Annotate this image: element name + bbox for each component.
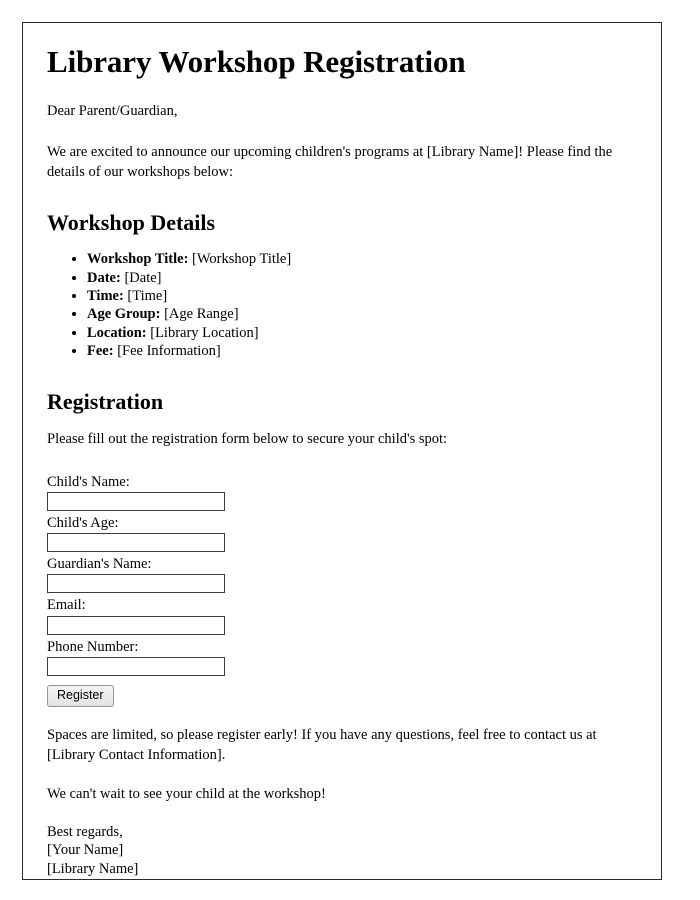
register-button[interactable]: Register bbox=[47, 684, 114, 707]
signature-line-2: [Your Name] bbox=[47, 842, 124, 859]
phone-number-label: Phone Number: bbox=[47, 638, 139, 655]
page-title: Library Workshop Registration bbox=[47, 44, 466, 79]
workshop-details-list: Workshop Title: [Workshop Title] Date: [… bbox=[47, 250, 637, 360]
salutation-text: Dear Parent/Guardian, bbox=[47, 102, 178, 119]
workshop-details-heading: Workshop Details bbox=[47, 209, 216, 235]
child-age-label: Child's Age: bbox=[47, 515, 119, 532]
list-item: Age Group: [Age Range] bbox=[87, 305, 637, 323]
document-page: Library Workshop Registration Dear Paren… bbox=[22, 22, 662, 880]
child-name-input[interactable] bbox=[47, 492, 225, 512]
registration-intro: Please fill out the registration form be… bbox=[47, 431, 448, 448]
closing-paragraph-2: We can't wait to see your child at the w… bbox=[47, 785, 326, 802]
registration-form: Child's Name: Child's Age: Guardian's Na… bbox=[47, 473, 637, 707]
list-item: Time: [Time] bbox=[87, 287, 637, 305]
signature-line-1: Best regards, bbox=[47, 823, 123, 840]
detail-value: [Fee Information] bbox=[117, 343, 221, 360]
detail-key: Workshop Title: bbox=[87, 251, 189, 268]
registration-heading: Registration bbox=[47, 388, 164, 414]
signature-block: Best regards, [Your Name] [Library Name] bbox=[47, 823, 637, 878]
child-name-label: Child's Name: bbox=[47, 474, 130, 491]
list-item: Date: [Date] bbox=[87, 269, 637, 287]
detail-value: [Date] bbox=[124, 269, 162, 286]
detail-key: Time: bbox=[87, 288, 124, 305]
detail-key: Location: bbox=[87, 324, 147, 341]
submit-row: Register bbox=[47, 684, 637, 707]
detail-value: [Time] bbox=[127, 288, 168, 305]
signature-line-3: [Library Name] bbox=[47, 860, 139, 877]
guardian-name-label: Guardian's Name: bbox=[47, 556, 152, 573]
detail-key: Date: bbox=[87, 269, 121, 286]
detail-value: [Library Location] bbox=[150, 324, 259, 341]
email-input[interactable] bbox=[47, 615, 225, 635]
guardian-name-input[interactable] bbox=[47, 574, 225, 594]
phone-number-input[interactable] bbox=[47, 656, 225, 676]
email-label: Email: bbox=[47, 597, 86, 614]
intro-paragraph: We are excited to announce our upcoming … bbox=[47, 143, 613, 180]
detail-key: Fee: bbox=[87, 343, 114, 360]
list-item: Workshop Title: [Workshop Title] bbox=[87, 250, 637, 268]
child-age-input[interactable] bbox=[47, 533, 225, 553]
detail-key: Age Group: bbox=[87, 306, 161, 323]
list-item: Location: [Library Location] bbox=[87, 324, 637, 342]
detail-value: [Workshop Title] bbox=[192, 251, 292, 268]
detail-value: [Age Range] bbox=[164, 306, 239, 323]
list-item: Fee: [Fee Information] bbox=[87, 342, 637, 360]
closing-paragraph-1: Spaces are limited, so please register e… bbox=[47, 726, 597, 763]
